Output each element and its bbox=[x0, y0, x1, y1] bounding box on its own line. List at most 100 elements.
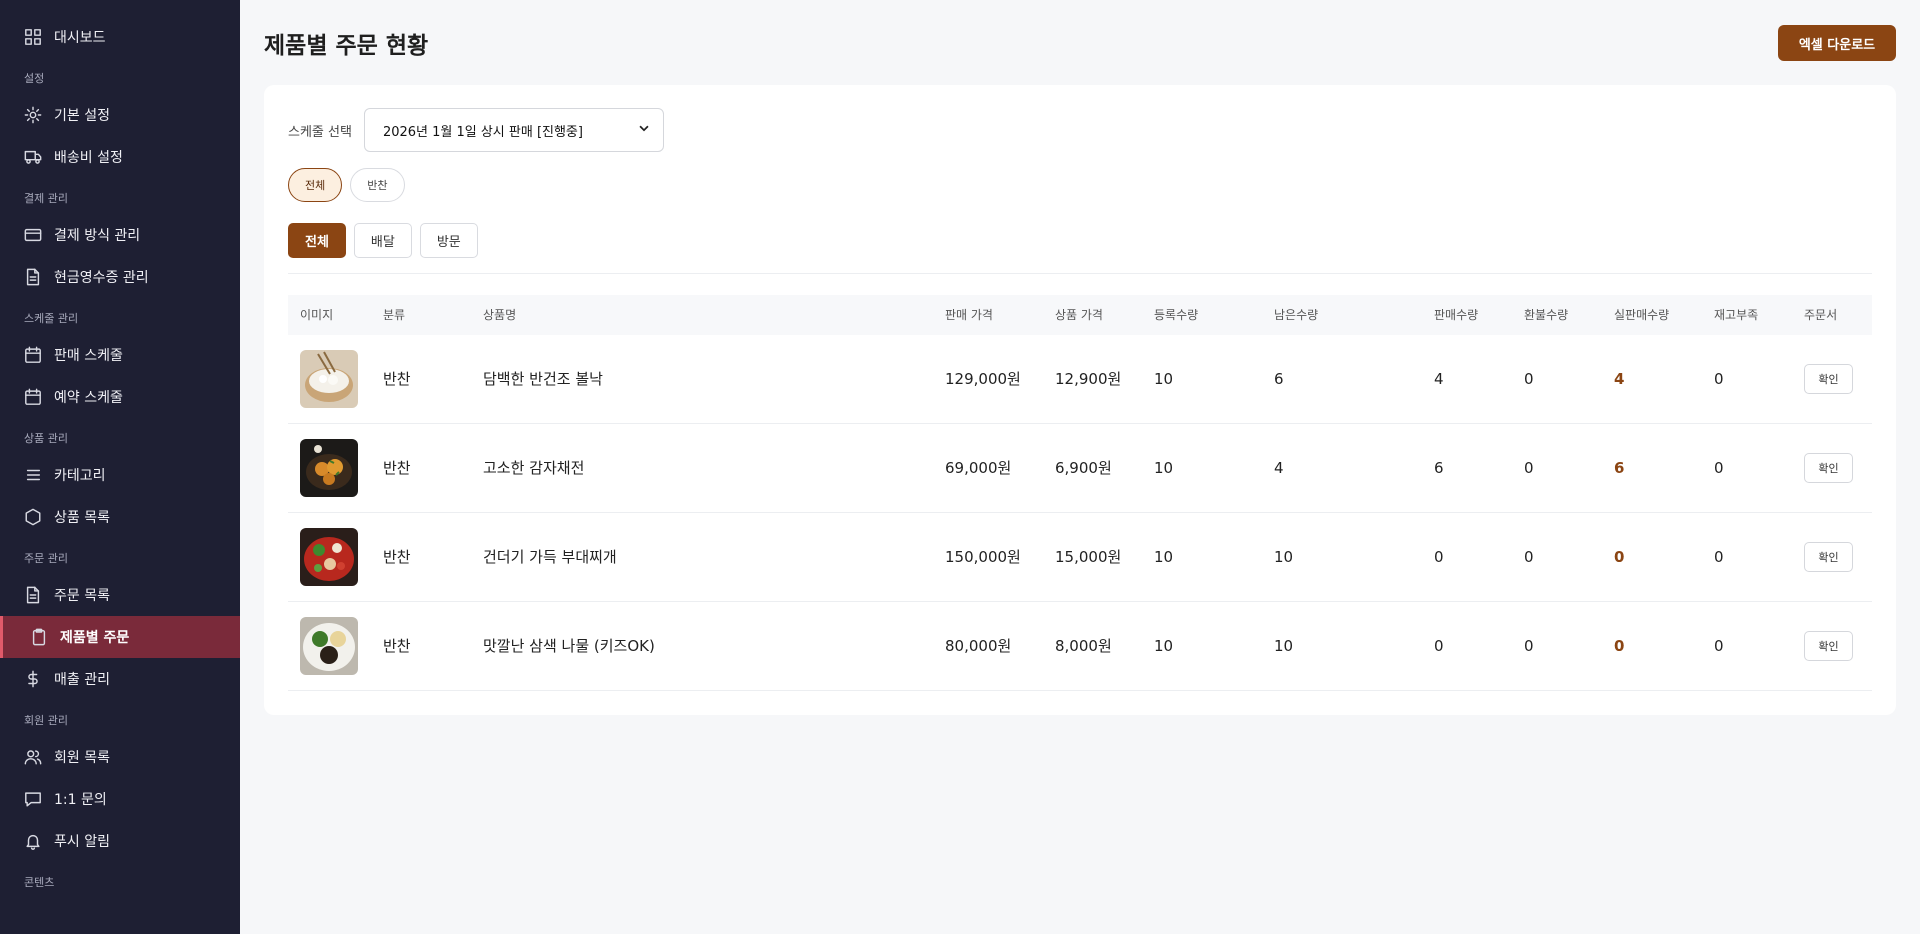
bell-icon bbox=[24, 832, 42, 850]
gear-icon bbox=[24, 106, 42, 124]
cell-product-name: 건더기 가득 부대찌개 bbox=[483, 548, 617, 566]
clipboard-icon bbox=[30, 628, 48, 646]
section-label-order: 주문 관리 bbox=[24, 552, 68, 565]
excel-download-button[interactable]: 엑셀 다운로드 bbox=[1778, 25, 1896, 61]
cell-sale-price: 129,000원 bbox=[945, 370, 1021, 388]
product-thumbnail bbox=[300, 617, 358, 675]
cell-real-sold: 0 bbox=[1614, 637, 1625, 655]
cell-sale-price: 80,000원 bbox=[945, 637, 1012, 655]
cell-category: 반찬 bbox=[383, 548, 411, 566]
sidebar-item-label: 상품 목록 bbox=[54, 510, 110, 526]
cell-sold: 6 bbox=[1434, 459, 1444, 477]
sidebar-item-label: 배송비 설정 bbox=[54, 150, 123, 166]
sidebar-item-cash-receipt[interactable]: 현금영수증 관리 bbox=[0, 256, 240, 298]
table-header: 이미지 분류 상품명 판매 가격 상품 가격 등록수량 남은수량 판매수량 환불… bbox=[288, 295, 1872, 335]
schedule-selector: 스케줄 선택 2026년 1월 1일 상시 판매 [진행중] bbox=[288, 108, 664, 152]
table-row: 반찬 담백한 반건조 볼낙 129,000원 12,900원 10 6 4 0 … bbox=[288, 335, 1872, 424]
users-icon bbox=[24, 748, 42, 766]
truck-icon bbox=[24, 148, 42, 166]
order-type-all[interactable]: 전체 bbox=[288, 223, 346, 258]
category-filter-all[interactable]: 전체 bbox=[288, 168, 343, 202]
cell-sale-price: 150,000원 bbox=[945, 548, 1021, 566]
column-header-refunded: 환불수량 bbox=[1524, 308, 1569, 322]
sidebar-item-label: 회원 목록 bbox=[54, 750, 110, 766]
section-label-payment: 결제 관리 bbox=[24, 192, 68, 205]
cell-product-price: 6,900원 bbox=[1055, 459, 1112, 477]
confirm-button[interactable]: 확인 bbox=[1804, 631, 1853, 661]
sidebar-item-label: 매출 관리 bbox=[54, 672, 110, 688]
sidebar-item-member-list[interactable]: 회원 목록 bbox=[0, 736, 240, 778]
product-thumbnail bbox=[300, 528, 358, 586]
column-header-category: 분류 bbox=[383, 308, 406, 322]
dollar-icon bbox=[24, 670, 42, 688]
confirm-button[interactable]: 확인 bbox=[1804, 364, 1853, 394]
order-type-filter: 전체 배달 방문 bbox=[288, 223, 478, 258]
grid-icon bbox=[24, 28, 42, 46]
cell-product-name: 맛깔난 삼색 나물 (키즈OK) bbox=[483, 637, 655, 655]
column-header-sold: 판매수량 bbox=[1434, 308, 1479, 322]
cell-remaining: 4 bbox=[1274, 459, 1284, 477]
table-row: 반찬 맛깔난 삼색 나물 (키즈OK) 80,000원 8,000원 10 10… bbox=[288, 602, 1872, 691]
sidebar-item-category[interactable]: 카테고리 bbox=[0, 454, 240, 496]
cell-sold: 0 bbox=[1434, 637, 1444, 655]
category-filter-side-dish[interactable]: 반찬 bbox=[350, 168, 405, 202]
column-header-real-sold: 실판매수량 bbox=[1614, 308, 1670, 322]
sidebar-item-label: 판매 스케줄 bbox=[54, 348, 123, 364]
cell-sold: 0 bbox=[1434, 548, 1444, 566]
column-header-registered: 등록수량 bbox=[1154, 308, 1199, 322]
sidebar-item-push[interactable]: 푸시 알림 bbox=[0, 820, 240, 862]
column-header-shortage: 재고부족 bbox=[1714, 308, 1759, 322]
sidebar-item-sales-management[interactable]: 매출 관리 bbox=[0, 658, 240, 700]
sidebar-item-label: 푸시 알림 bbox=[54, 834, 110, 850]
column-header-product-price: 상품 가격 bbox=[1055, 308, 1103, 322]
cell-product-name: 담백한 반건조 볼낙 bbox=[483, 370, 603, 388]
column-header-name: 상품명 bbox=[483, 308, 517, 322]
section-label-schedule: 스케줄 관리 bbox=[24, 312, 79, 325]
section-label-settings: 설정 bbox=[24, 72, 45, 85]
sidebar: 대시보드 설정 기본 설정 배송비 설정 결제 관리 결제 방식 관리 현금영수… bbox=[0, 0, 240, 934]
sidebar-item-label: 카테고리 bbox=[54, 468, 106, 484]
confirm-button[interactable]: 확인 bbox=[1804, 453, 1853, 483]
cell-remaining: 10 bbox=[1274, 548, 1294, 566]
sidebar-item-dashboard[interactable]: 대시보드 bbox=[0, 16, 240, 58]
cell-category: 반찬 bbox=[383, 637, 411, 655]
page-title: 제품별 주문 현황 bbox=[264, 33, 429, 59]
cell-product-price: 12,900원 bbox=[1055, 370, 1122, 388]
sidebar-item-label: 현금영수증 관리 bbox=[54, 270, 149, 286]
order-type-delivery[interactable]: 배달 bbox=[353, 223, 412, 258]
cell-sold: 4 bbox=[1434, 370, 1444, 388]
main-content: 제품별 주문 현황 엑셀 다운로드 스케줄 선택 2026년 1월 1일 상시 … bbox=[240, 0, 1920, 934]
cell-product-name: 고소한 감자채전 bbox=[483, 459, 585, 477]
section-label-member: 회원 관리 bbox=[24, 714, 68, 727]
sidebar-item-basic-settings[interactable]: 기본 설정 bbox=[0, 94, 240, 136]
document-icon bbox=[24, 586, 42, 604]
sidebar-item-sales-schedule[interactable]: 판매 스케줄 bbox=[0, 334, 240, 376]
schedule-select-value: 2026년 1월 1일 상시 판매 [진행중] bbox=[382, 124, 583, 140]
column-header-order-sheet: 주문서 bbox=[1804, 308, 1838, 322]
sidebar-item-order-list[interactable]: 주문 목록 bbox=[0, 574, 240, 616]
sidebar-item-product-orders[interactable]: 제품별 주문 bbox=[0, 616, 240, 658]
table-row: 반찬 고소한 감자채전 69,000원 6,900원 10 4 6 0 6 0 … bbox=[288, 424, 1872, 513]
order-type-visit[interactable]: 방문 bbox=[419, 223, 478, 258]
box-icon bbox=[24, 508, 42, 526]
cell-refunded: 0 bbox=[1524, 459, 1534, 477]
sidebar-item-inquiry[interactable]: 1:1 문의 bbox=[0, 778, 240, 820]
sidebar-item-payment-methods[interactable]: 결제 방식 관리 bbox=[0, 214, 240, 256]
sidebar-item-label: 기본 설정 bbox=[54, 108, 110, 124]
confirm-button[interactable]: 확인 bbox=[1804, 542, 1853, 572]
cell-real-sold: 6 bbox=[1614, 459, 1625, 477]
chevron-down-icon bbox=[637, 121, 651, 139]
cell-real-sold: 0 bbox=[1614, 548, 1625, 566]
cell-registered: 10 bbox=[1154, 548, 1174, 566]
sidebar-item-reservation-schedule[interactable]: 예약 스케줄 bbox=[0, 376, 240, 418]
cell-registered: 10 bbox=[1154, 370, 1174, 388]
sidebar-item-label: 결제 방식 관리 bbox=[54, 228, 141, 244]
sidebar-item-shipping-settings[interactable]: 배송비 설정 bbox=[0, 136, 240, 178]
sidebar-item-product-list[interactable]: 상품 목록 bbox=[0, 496, 240, 538]
cell-product-price: 8,000원 bbox=[1055, 637, 1112, 655]
cell-remaining: 10 bbox=[1274, 637, 1294, 655]
table-row: 반찬 건더기 가득 부대찌개 150,000원 15,000원 10 10 0 … bbox=[288, 513, 1872, 602]
schedule-select[interactable]: 2026년 1월 1일 상시 판매 [진행중] bbox=[363, 108, 664, 152]
cell-registered: 10 bbox=[1154, 459, 1174, 477]
product-thumbnail bbox=[300, 439, 358, 497]
